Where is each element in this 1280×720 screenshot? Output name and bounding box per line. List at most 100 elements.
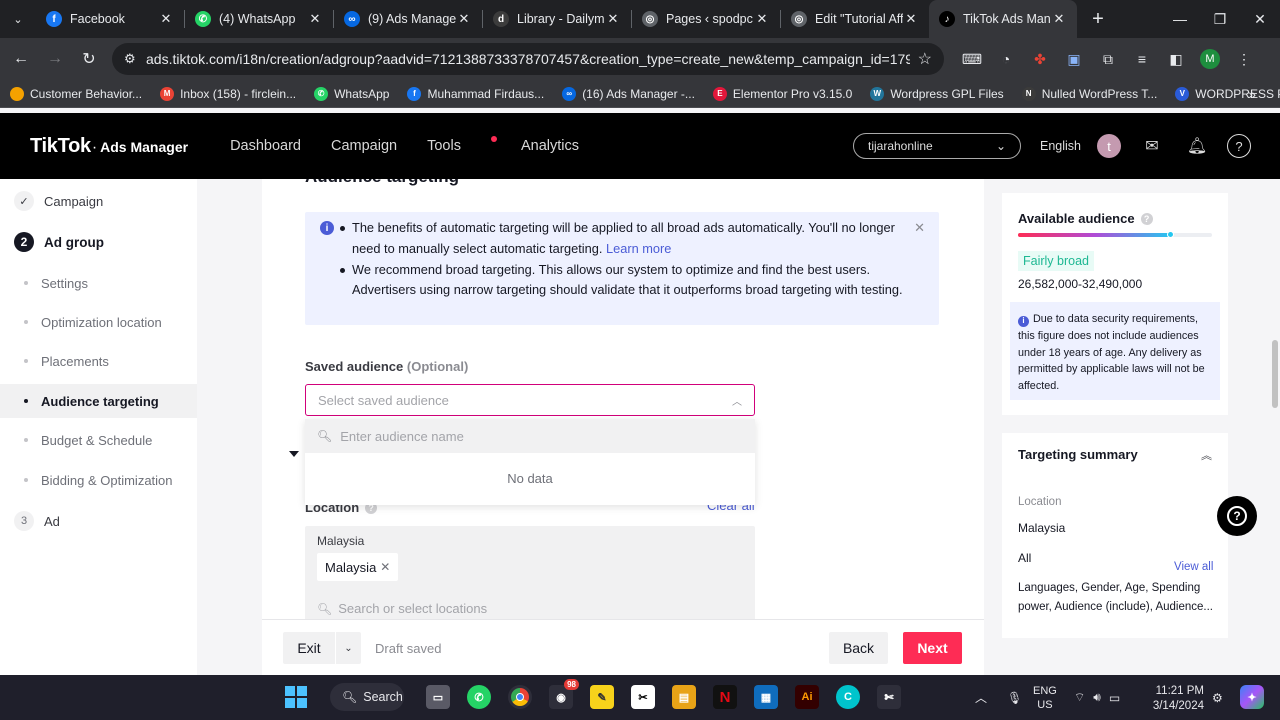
extension-code-icon[interactable]: ⌨ bbox=[955, 51, 989, 68]
file-explorer-icon[interactable]: ▤ bbox=[672, 685, 696, 709]
bookmark-item[interactable]: Customer Behavior... bbox=[10, 86, 142, 101]
close-tab-icon[interactable]: ✕ bbox=[903, 11, 919, 27]
bookmark-item[interactable]: N Nulled WordPress T... bbox=[1021, 86, 1157, 101]
view-all-link[interactable]: View all bbox=[1174, 561, 1213, 573]
copilot-icon[interactable]: ✦ bbox=[1240, 685, 1264, 709]
nav-campaign[interactable]: Campaign bbox=[331, 138, 397, 154]
page-scrollbar[interactable] bbox=[1272, 340, 1278, 408]
bookmark-star-icon[interactable]: ☆ bbox=[910, 49, 932, 69]
input-language[interactable]: ENG US bbox=[1033, 684, 1057, 712]
volume-icon[interactable]: 🔊︎ bbox=[1093, 690, 1101, 705]
store-icon[interactable]: ▦ bbox=[754, 685, 778, 709]
extensions-puzzle-icon[interactable]: ⧉ bbox=[1091, 51, 1125, 68]
close-tab-icon[interactable]: ✕ bbox=[1051, 11, 1067, 27]
bookmark-item[interactable]: M Inbox (158) - firclein... bbox=[160, 86, 296, 101]
sidebar-item-audience-targeting[interactable]: Audience targeting bbox=[0, 384, 197, 418]
browser-tab[interactable]: f Facebook ✕ bbox=[36, 0, 184, 38]
battery-icon[interactable]: ▭ bbox=[1109, 691, 1120, 705]
media-icon[interactable]: ≡ bbox=[1125, 51, 1159, 67]
language-selector[interactable]: English bbox=[1040, 139, 1081, 153]
close-tab-icon[interactable]: ✕ bbox=[158, 11, 174, 27]
inbox-icon[interactable]: ✉ bbox=[1140, 134, 1164, 158]
extension-color-icon[interactable]: ✤ bbox=[1023, 51, 1057, 68]
minimize-icon[interactable]: — bbox=[1160, 0, 1200, 38]
app-icon[interactable]: ◉ 98 bbox=[549, 679, 579, 709]
restore-icon[interactable]: ❐ bbox=[1200, 0, 1240, 38]
bookmark-item[interactable]: W Wordpress GPL Files bbox=[870, 86, 1004, 101]
sidebar-item-bidding-optimization[interactable]: Bidding & Optimization bbox=[24, 463, 197, 497]
reload-icon[interactable]: ↻ bbox=[72, 42, 106, 76]
nav-analytics[interactable]: Analytics bbox=[521, 138, 579, 154]
caret-down-icon[interactable] bbox=[289, 451, 299, 457]
account-selector[interactable]: tijarahonline ⌄ bbox=[853, 133, 1021, 159]
step-ad[interactable]: 3 Ad bbox=[14, 511, 60, 531]
netflix-icon[interactable]: N bbox=[713, 685, 737, 709]
sidebar-item-placements[interactable]: Placements bbox=[24, 344, 197, 378]
illustrator-icon[interactable]: Ai bbox=[795, 685, 819, 709]
bookmarks-overflow-icon[interactable]: » bbox=[1248, 86, 1256, 102]
exit-button[interactable]: Exit bbox=[283, 640, 335, 656]
nav-dashboard[interactable]: Dashboard bbox=[230, 138, 301, 154]
remove-chip-icon[interactable]: ✕ bbox=[380, 560, 390, 574]
bookmark-item[interactable]: E Elementor Pro v3.15.0 bbox=[712, 86, 852, 101]
site-settings-icon[interactable]: ⚙ bbox=[124, 51, 146, 67]
task-view-icon[interactable]: ▭ bbox=[426, 685, 450, 709]
bookmark-item[interactable]: VWORDPRESS PLUGI... bbox=[1175, 86, 1280, 101]
profile-avatar[interactable]: M bbox=[1200, 49, 1220, 69]
tab-search-icon[interactable]: ⌄ bbox=[0, 0, 36, 38]
sidebar-item-budget-schedule[interactable]: Budget & Schedule bbox=[24, 423, 197, 457]
browser-tab-active[interactable]: ♪TikTok Ads Manager✕ bbox=[929, 0, 1077, 38]
side-panel-icon[interactable]: ◧ bbox=[1159, 51, 1193, 68]
help-float-button[interactable]: ? bbox=[1217, 496, 1257, 536]
extension-pie-icon[interactable]: ◔ bbox=[989, 51, 1023, 67]
browser-tab[interactable]: ◎ Pages ‹ spodpc ✕ bbox=[632, 0, 780, 38]
location-search-input[interactable]: 🔍︎ Search or select locations bbox=[317, 601, 487, 616]
extension-doc-icon[interactable]: ▣ bbox=[1057, 51, 1091, 68]
chevron-double-up-icon[interactable]: ︽ bbox=[1201, 447, 1212, 463]
close-window-icon[interactable]: ✕ bbox=[1240, 0, 1280, 38]
help-icon[interactable]: ? bbox=[1227, 134, 1251, 158]
browser-tab[interactable]: dLibrary - Dailymotion✕ bbox=[483, 0, 631, 38]
snipping-tool-icon[interactable]: ✄ bbox=[877, 685, 901, 709]
step-ad-group[interactable]: 2 Ad group bbox=[14, 232, 104, 252]
user-avatar[interactable]: t bbox=[1097, 134, 1121, 158]
sidebar-item-settings[interactable]: Settings bbox=[24, 266, 197, 300]
learn-more-link[interactable]: Learn more bbox=[606, 241, 671, 256]
back-icon[interactable]: ← bbox=[4, 42, 38, 76]
capcut-icon[interactable]: ✂ bbox=[631, 685, 655, 709]
sidebar-item-optimization-location[interactable]: Optimization location bbox=[24, 305, 197, 339]
new-tab-icon[interactable]: + bbox=[1083, 8, 1113, 31]
sticky-notes-icon[interactable]: ✎ bbox=[590, 685, 614, 709]
audience-search-input[interactable]: 🔍︎ Enter audience name bbox=[305, 419, 755, 453]
close-tab-icon[interactable]: ✕ bbox=[605, 11, 621, 27]
browser-tab[interactable]: ∞ (9) Ads Manager ✕ bbox=[334, 0, 482, 38]
taskbar-search[interactable]: 🔍︎ Search bbox=[330, 683, 404, 711]
close-tab-icon[interactable]: ✕ bbox=[754, 11, 770, 27]
chrome-icon[interactable] bbox=[508, 685, 532, 709]
close-tab-icon[interactable]: ✕ bbox=[307, 11, 323, 27]
canva-icon[interactable]: C bbox=[836, 685, 860, 709]
address-bar[interactable]: ⚙ ads.tiktok.com/i18n/creation/adgroup?a… bbox=[112, 43, 944, 75]
bookmark-item[interactable]: ∞ (16) Ads Manager -... bbox=[562, 86, 695, 101]
settings-icon[interactable]: ⚙ bbox=[1212, 675, 1223, 720]
help-circle-icon[interactable]: ? bbox=[1140, 212, 1153, 225]
browser-tab[interactable]: ◎ Edit "Tutorial Aff ✕ bbox=[781, 0, 929, 38]
chevron-down-icon[interactable]: ⌄ bbox=[336, 643, 361, 654]
bell-icon[interactable]: 🔔︎ bbox=[1185, 134, 1209, 158]
bookmark-item[interactable]: ✆ WhatsApp bbox=[314, 86, 389, 101]
wifi-icon[interactable]: ⌔ bbox=[1074, 690, 1085, 705]
tiktok-logo[interactable]: TikTok · Ads Manager bbox=[30, 135, 188, 158]
back-button[interactable]: Back bbox=[829, 632, 888, 664]
tray-overflow-icon[interactable]: ︿ bbox=[975, 689, 987, 706]
browser-menu-icon[interactable]: ⋮ bbox=[1227, 51, 1261, 68]
forward-icon[interactable]: → bbox=[38, 42, 72, 76]
microphone-icon[interactable]: 🎙︎ bbox=[1007, 691, 1022, 705]
bookmark-item[interactable]: f Muhammad Firdaus... bbox=[407, 86, 544, 101]
browser-tab[interactable]: ✆ (4) WhatsApp ✕ bbox=[185, 0, 333, 38]
taskbar-clock[interactable]: 11:21 PM 3/14/2024 bbox=[1148, 684, 1204, 714]
next-button[interactable]: Next bbox=[903, 632, 962, 664]
close-tab-icon[interactable]: ✕ bbox=[456, 11, 472, 27]
nav-tools[interactable]: Tools bbox=[427, 136, 497, 154]
step-campaign[interactable]: ✓ Campaign bbox=[14, 191, 103, 211]
saved-audience-select[interactable]: Select saved audience ︿ bbox=[305, 384, 755, 416]
